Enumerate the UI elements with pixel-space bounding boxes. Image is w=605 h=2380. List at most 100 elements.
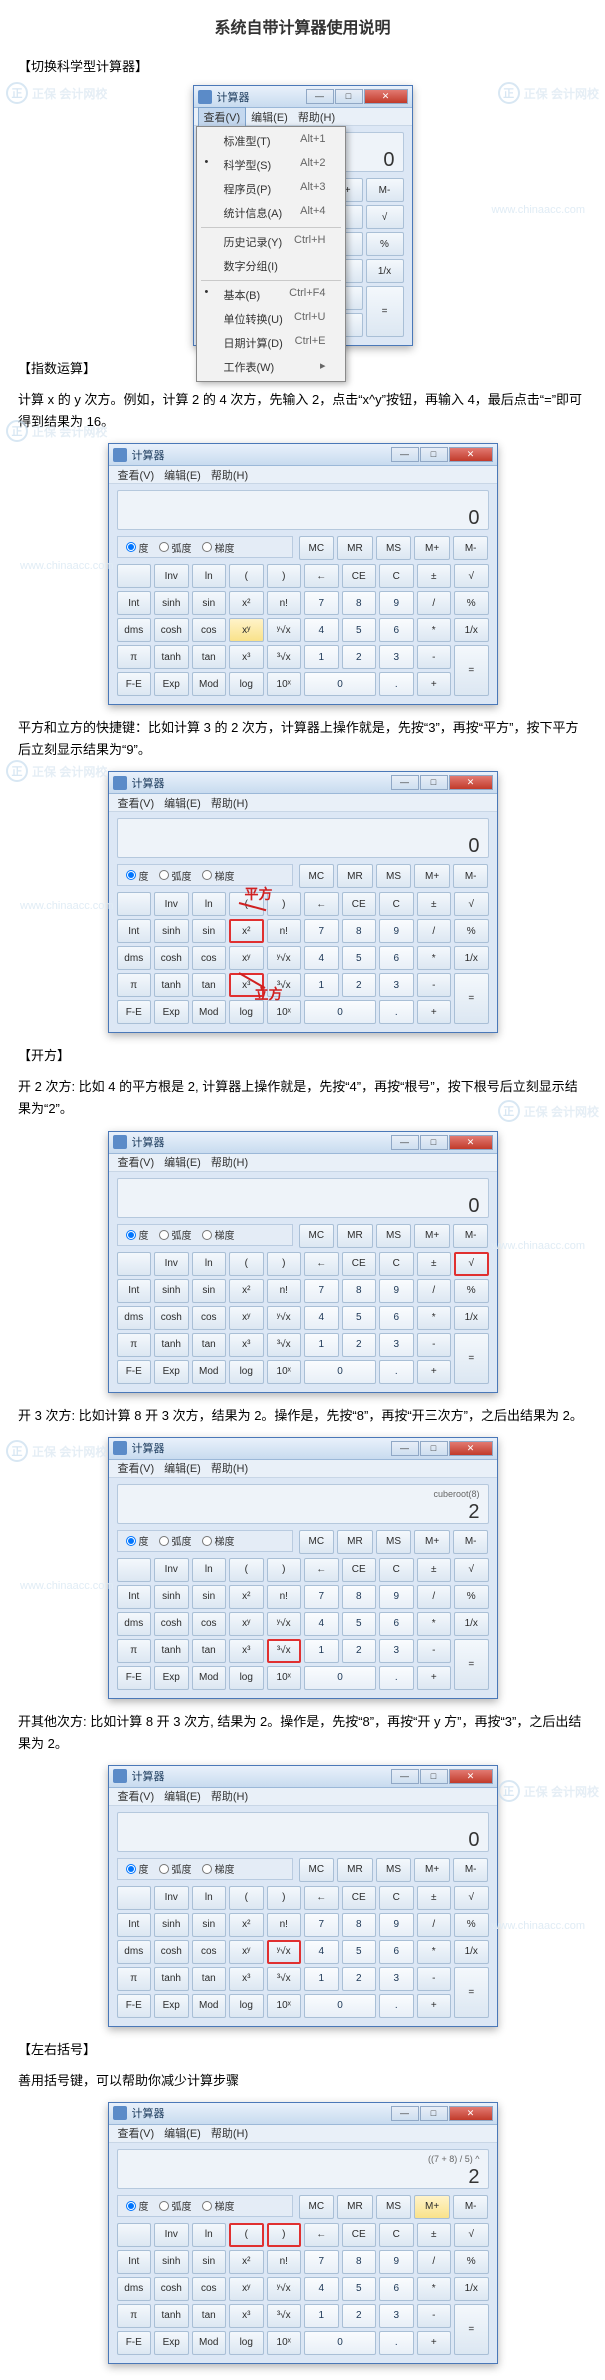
key-%[interactable]: %: [454, 1913, 489, 1937]
key-x³[interactable]: x³: [229, 2304, 264, 2328]
key-CE[interactable]: CE: [342, 1886, 377, 1910]
key-=[interactable]: =: [366, 286, 404, 337]
key-±[interactable]: ±: [417, 892, 452, 916]
mem-MC[interactable]: MC: [299, 2195, 335, 2219]
key-10ˣ[interactable]: 10ˣ: [267, 672, 302, 696]
key-6[interactable]: 6: [379, 946, 414, 970]
menu-edit[interactable]: 编辑(E): [246, 108, 293, 126]
key-ln[interactable]: ln: [192, 1886, 227, 1910]
key-=[interactable]: =: [454, 973, 489, 1024]
key-n![interactable]: n!: [267, 591, 302, 615]
close-button[interactable]: ✕: [449, 1135, 493, 1150]
key-7[interactable]: 7: [304, 2250, 339, 2274]
key-Inv[interactable]: Inv: [154, 564, 189, 588]
key-8[interactable]: 8: [342, 919, 377, 943]
key-%[interactable]: %: [454, 591, 489, 615]
key-tan[interactable]: tan: [192, 1967, 227, 1991]
key-Int[interactable]: Int: [117, 591, 152, 615]
key-Exp[interactable]: Exp: [154, 672, 189, 696]
key-6[interactable]: 6: [379, 1306, 414, 1330]
key-1[interactable]: 1: [304, 645, 339, 669]
key-dms[interactable]: dms: [117, 1306, 152, 1330]
key-2[interactable]: 2: [342, 645, 377, 669]
mem-MS[interactable]: MS: [376, 864, 412, 888]
mem-MC[interactable]: MC: [299, 1858, 335, 1882]
key-xʸ[interactable]: xʸ: [229, 1306, 264, 1330]
key-cosh[interactable]: cosh: [154, 1306, 189, 1330]
angle-deg-radio[interactable]: [126, 1536, 136, 1546]
key-([interactable]: (: [229, 1558, 264, 1582]
key-x³[interactable]: x³: [229, 1639, 264, 1663]
maximize-button[interactable]: □: [335, 89, 363, 104]
key-)[interactable]: ): [267, 2223, 302, 2247]
key-x²[interactable]: x²: [229, 1585, 264, 1609]
key-sinh[interactable]: sinh: [154, 1913, 189, 1937]
key-3[interactable]: 3: [379, 1967, 414, 1991]
key-tanh[interactable]: tanh: [154, 973, 189, 997]
key--[interactable]: -: [417, 2304, 452, 2328]
key-←[interactable]: ←: [304, 1886, 339, 1910]
key-C[interactable]: C: [379, 564, 414, 588]
menu-help[interactable]: 帮助(H): [206, 794, 253, 812]
mem-M-[interactable]: M-: [366, 178, 404, 202]
key-.[interactable]: .: [379, 672, 414, 696]
close-button[interactable]: ✕: [449, 447, 493, 462]
mem-M-[interactable]: M-: [453, 1858, 489, 1882]
key-sinh[interactable]: sinh: [154, 1279, 189, 1303]
key-cos[interactable]: cos: [192, 618, 227, 642]
key-F-E[interactable]: F-E: [117, 1666, 152, 1690]
key-log[interactable]: log: [229, 1994, 264, 2018]
key-7[interactable]: 7: [304, 919, 339, 943]
key-1[interactable]: 1: [304, 2304, 339, 2328]
key-sin[interactable]: sin: [192, 591, 227, 615]
angle-rad-radio[interactable]: [159, 1536, 169, 1546]
key-√[interactable]: √: [454, 564, 489, 588]
key-Exp[interactable]: Exp: [154, 1000, 189, 1024]
key-√[interactable]: √: [454, 2223, 489, 2247]
key-Exp[interactable]: Exp: [154, 1360, 189, 1384]
angle-grad-radio[interactable]: [202, 1536, 212, 1546]
key-ʸ√x[interactable]: ʸ√x: [267, 2277, 302, 2301]
key-Inv[interactable]: Inv: [154, 1886, 189, 1910]
key-Int[interactable]: Int: [117, 919, 152, 943]
key-cos[interactable]: cos: [192, 1612, 227, 1636]
key-10ˣ[interactable]: 10ˣ: [267, 1666, 302, 1690]
menu-help[interactable]: 帮助(H): [206, 1787, 253, 1805]
angle-grad-radio[interactable]: [202, 2201, 212, 2211]
angle-rad-radio[interactable]: [159, 2201, 169, 2211]
key-10ˣ[interactable]: 10ˣ: [267, 1994, 302, 2018]
key-*[interactable]: *: [417, 1612, 452, 1636]
key-3[interactable]: 3: [379, 2304, 414, 2328]
key-C[interactable]: C: [379, 1886, 414, 1910]
mem-M+[interactable]: M+: [414, 1224, 450, 1248]
key-/[interactable]: /: [417, 919, 452, 943]
menu-help[interactable]: 帮助(H): [206, 2124, 253, 2142]
key-1/x[interactable]: 1/x: [454, 618, 489, 642]
key-+[interactable]: +: [417, 672, 452, 696]
key-=[interactable]: =: [454, 1639, 489, 1690]
key-6[interactable]: 6: [379, 1940, 414, 1964]
menu-edit[interactable]: 编辑(E): [159, 466, 206, 484]
key--[interactable]: -: [417, 973, 452, 997]
key-7[interactable]: 7: [304, 591, 339, 615]
key-+[interactable]: +: [417, 1666, 452, 1690]
maximize-button[interactable]: □: [420, 1769, 448, 1784]
key-←[interactable]: ←: [304, 564, 339, 588]
key-blank[interactable]: [117, 892, 152, 916]
angle-deg-radio[interactable]: [126, 542, 136, 552]
key-%[interactable]: %: [454, 1585, 489, 1609]
key-log[interactable]: log: [229, 1360, 264, 1384]
key-*[interactable]: *: [417, 1940, 452, 1964]
mem-MC[interactable]: MC: [299, 1530, 335, 1554]
key-sin[interactable]: sin: [192, 919, 227, 943]
key-tan[interactable]: tan: [192, 645, 227, 669]
key-/[interactable]: /: [417, 591, 452, 615]
key-+[interactable]: +: [417, 1000, 452, 1024]
key-±[interactable]: ±: [417, 2223, 452, 2247]
menu-view[interactable]: 查看(V): [113, 794, 160, 812]
key-ln[interactable]: ln: [192, 892, 227, 916]
key-5[interactable]: 5: [342, 946, 377, 970]
key-7[interactable]: 7: [304, 1913, 339, 1937]
key-2[interactable]: 2: [342, 973, 377, 997]
angle-mode[interactable]: 度弧度梯度: [117, 2195, 293, 2217]
